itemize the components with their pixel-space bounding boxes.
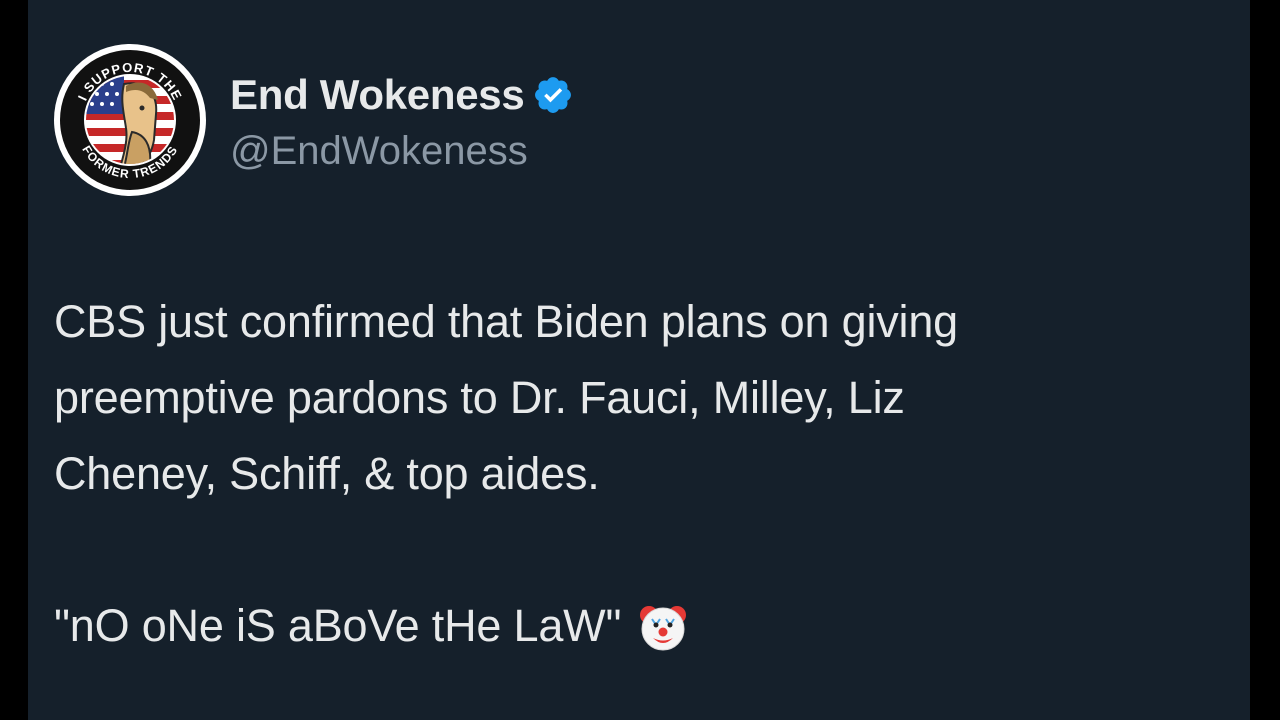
tweet-quote: "nO oNe iS aBoVe tHe LaW"	[54, 600, 622, 651]
tweet-quote-line: "nO oNe iS aBoVe tHe LaW"	[54, 588, 1234, 664]
verified-badge-icon[interactable]	[532, 74, 574, 116]
avatar-graphic: I SUPPORT THE FORMER TRENDS	[56, 46, 204, 194]
display-name[interactable]: End Wokeness	[230, 71, 525, 119]
profile-avatar[interactable]: I SUPPORT THE FORMER TRENDS	[54, 44, 206, 196]
name-row: End Wokeness	[230, 67, 574, 123]
tweet-header: I SUPPORT THE FORMER TRENDS End Wokeness…	[54, 42, 574, 198]
clown-face-icon	[637, 600, 689, 652]
tweet-card: I SUPPORT THE FORMER TRENDS End Wokeness…	[28, 0, 1250, 720]
tweet-line-2: preemptive pardons to Dr. Fauci, Milley,…	[54, 372, 905, 423]
tweet-text: CBS just confirmed that Biden plans on g…	[54, 284, 1234, 664]
tweet-line-3: Cheney, Schiff, & top aides.	[54, 448, 600, 499]
tweet-line-1: CBS just confirmed that Biden plans on g…	[54, 296, 959, 347]
account-identity: End Wokeness @EndWokeness	[230, 67, 574, 174]
account-handle[interactable]: @EndWokeness	[230, 129, 574, 174]
